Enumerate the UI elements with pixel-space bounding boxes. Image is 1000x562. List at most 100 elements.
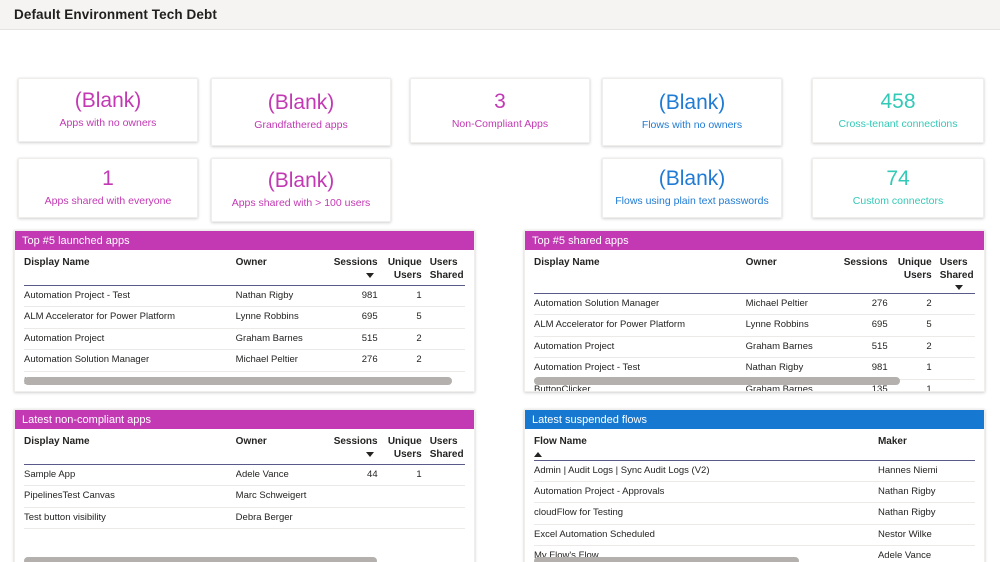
kpi-card-grandfathered-apps[interactable]: (Blank) Grandfathered apps — [211, 78, 391, 146]
table-row[interactable]: Automation Solution Manager Michael Pelt… — [534, 294, 975, 315]
kpi-card-flows-using-plain-text-passwords[interactable]: (Blank) Flows using plain text passwords — [602, 158, 782, 218]
kpi-card-apps-with-no-owners[interactable]: (Blank) Apps with no owners — [18, 78, 198, 142]
kpi-value: 3 — [494, 91, 506, 112]
column-label: Display Name — [24, 436, 90, 447]
column-header-owner[interactable]: Owner — [746, 250, 839, 294]
widget-title: Top #5 launched apps — [22, 235, 130, 247]
table-row[interactable]: Admin | Audit Logs | Sync Audit Logs (V2… — [534, 460, 975, 481]
column-header-display-name[interactable]: Display Name — [24, 429, 236, 465]
kpi-label: Cross-tenant connections — [838, 119, 957, 131]
cell-unique-users: 5 — [386, 307, 430, 328]
cell-users-shared — [430, 507, 465, 528]
cell-unique-users — [386, 486, 430, 507]
table-top-shared-apps: Display Name Owner Sessions Unique Users… — [534, 250, 975, 391]
kpi-label: Apps shared with > 100 users — [232, 198, 371, 210]
column-label: Unique Users — [388, 436, 422, 460]
kpi-card-flows-with-no-owners[interactable]: (Blank) Flows with no owners — [602, 78, 782, 146]
table-row[interactable]: Automation Project - Test Nathan Rigby 9… — [24, 286, 465, 307]
horizontal-scrollbar[interactable] — [24, 377, 465, 385]
cell-unique-users — [386, 507, 430, 528]
horizontal-scrollbar[interactable] — [534, 377, 975, 385]
kpi-value: 1 — [102, 168, 114, 189]
column-label: Users Shared — [940, 257, 974, 281]
table-row[interactable]: Automation Project - Approvals Nathan Ri… — [534, 481, 975, 502]
column-header-owner[interactable]: Owner — [236, 429, 329, 465]
column-header-unique-users[interactable]: Unique Users — [386, 250, 430, 286]
widget-latest-suspended-flows: Latest suspended flows Flow Name Maker A… — [524, 409, 985, 562]
column-header-owner[interactable]: Owner — [236, 250, 329, 286]
table-row[interactable]: Automation Project Graham Barnes 515 2 — [24, 328, 465, 349]
column-header-sessions[interactable]: Sessions — [838, 250, 895, 294]
sort-descending-icon — [955, 285, 963, 290]
table-row[interactable]: Test button visibility Debra Berger — [24, 507, 465, 528]
cell-sessions: 695 — [328, 307, 385, 328]
cell-users-shared — [430, 486, 465, 507]
cell-owner: Debra Berger — [236, 507, 329, 528]
widget-title: Latest suspended flows — [532, 414, 647, 426]
kpi-value: (Blank) — [659, 168, 726, 189]
scrollbar-thumb[interactable] — [24, 557, 377, 562]
cell-unique-users: 2 — [896, 336, 940, 357]
kpi-card-apps-shared-with-everyone[interactable]: 1 Apps shared with everyone — [18, 158, 198, 218]
column-header-sessions[interactable]: Sessions — [328, 429, 385, 465]
column-label: Users Shared — [430, 436, 464, 460]
cell-users-shared — [940, 294, 975, 315]
cell-sessions — [328, 507, 385, 528]
kpi-value: (Blank) — [659, 92, 726, 113]
column-header-users-shared[interactable]: Users Shared — [940, 250, 975, 294]
cell-maker: Hannes Niemi — [878, 460, 975, 481]
cell-sessions: 981 — [328, 286, 385, 307]
column-label: Users Shared — [430, 257, 464, 281]
column-header-unique-users[interactable]: Unique Users — [386, 429, 430, 465]
column-header-users-shared[interactable]: Users Shared — [430, 429, 465, 465]
cell-sessions: 695 — [838, 315, 895, 336]
cell-owner: Michael Peltier — [746, 294, 839, 315]
kpi-card-custom-connectors[interactable]: 74 Custom connectors — [812, 158, 984, 218]
column-header-users-shared[interactable]: Users Shared — [430, 250, 465, 286]
column-header-display-name[interactable]: Display Name — [24, 250, 236, 286]
table-row[interactable]: PipelinesTest Canvas Marc Schweigert — [24, 486, 465, 507]
table-body-latest-suspended-flows: Flow Name Maker Admin | Audit Logs | Syn… — [525, 429, 984, 562]
column-label: Owner — [236, 436, 267, 447]
cell-display-name: Automation Solution Manager — [534, 294, 746, 315]
column-header-unique-users[interactable]: Unique Users — [896, 250, 940, 294]
kpi-value: 458 — [880, 91, 915, 112]
table-row[interactable]: Automation Project Graham Barnes 515 2 — [534, 336, 975, 357]
column-header-display-name[interactable]: Display Name — [534, 250, 746, 294]
cell-flow-name: Excel Automation Scheduled — [534, 524, 878, 545]
widget-top-shared-apps: Top #5 shared apps Display Name Owner Se… — [524, 230, 985, 392]
horizontal-scrollbar[interactable] — [534, 557, 975, 562]
kpi-label: Apps shared with everyone — [45, 196, 172, 208]
table-row[interactable]: Excel Automation Scheduled Nestor Wilke — [534, 524, 975, 545]
column-header-sessions[interactable]: Sessions — [328, 250, 385, 286]
cell-owner: Graham Barnes — [236, 328, 329, 349]
widget-header-latest-suspended-flows: Latest suspended flows — [525, 410, 984, 429]
kpi-label: Non-Compliant Apps — [452, 119, 548, 131]
widget-header-top-shared-apps: Top #5 shared apps — [525, 231, 984, 250]
kpi-value: 74 — [886, 168, 909, 189]
scrollbar-thumb[interactable] — [534, 377, 900, 385]
column-header-maker[interactable]: Maker — [878, 429, 975, 460]
widget-header-top-launched-apps: Top #5 launched apps — [15, 231, 474, 250]
cell-owner: Lynne Robbins — [236, 307, 329, 328]
cell-unique-users: 1 — [386, 465, 430, 486]
scrollbar-thumb[interactable] — [534, 557, 799, 562]
table-row[interactable]: ALM Accelerator for Power Platform Lynne… — [534, 315, 975, 336]
kpi-card-cross-tenant-connections[interactable]: 458 Cross-tenant connections — [812, 78, 984, 143]
table-row[interactable]: Automation Solution Manager Michael Pelt… — [24, 350, 465, 371]
horizontal-scrollbar[interactable] — [24, 557, 465, 562]
cell-owner: Michael Peltier — [236, 350, 329, 371]
kpi-card-non-compliant-apps[interactable]: 3 Non-Compliant Apps — [410, 78, 590, 143]
cell-display-name: ALM Accelerator for Power Platform — [534, 315, 746, 336]
table-row[interactable]: ALM Accelerator for Power Platform Lynne… — [24, 307, 465, 328]
table-row[interactable]: Sample App Adele Vance 44 1 — [24, 465, 465, 486]
kpi-card-apps-shared-with-over-100-users[interactable]: (Blank) Apps shared with > 100 users — [211, 158, 391, 222]
table-latest-suspended-flows: Flow Name Maker Admin | Audit Logs | Syn… — [534, 429, 975, 562]
table-top-launched-apps: Display Name Owner Sessions Unique Users… — [24, 250, 465, 391]
table-row[interactable]: cloudFlow for Testing Nathan Rigby — [534, 503, 975, 524]
kpi-label: Custom connectors — [853, 196, 943, 208]
column-header-flow-name[interactable]: Flow Name — [534, 429, 878, 460]
table-header-row: Flow Name Maker — [534, 429, 975, 460]
scrollbar-thumb[interactable] — [24, 377, 452, 385]
cell-display-name: PipelinesTest Canvas — [24, 486, 236, 507]
